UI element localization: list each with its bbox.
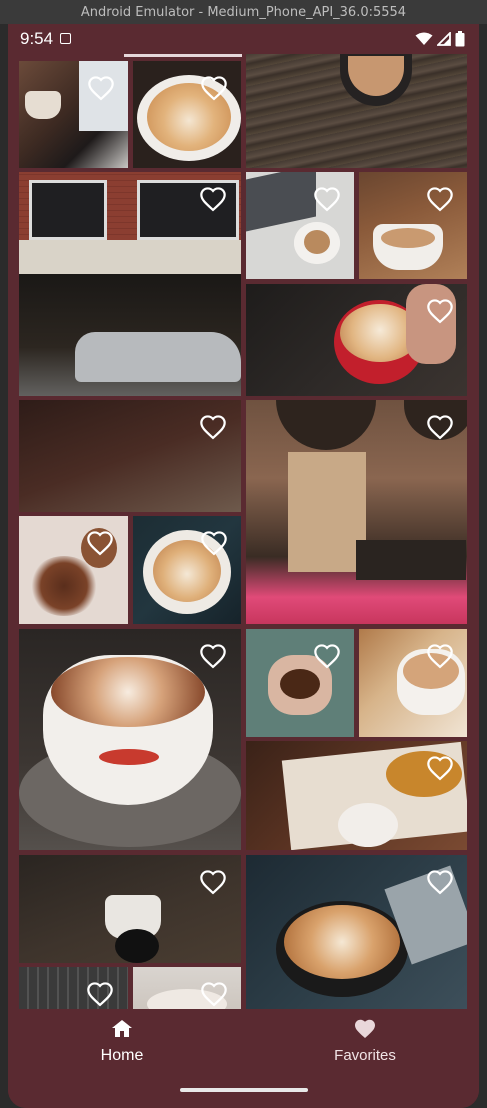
heart-outline-icon xyxy=(427,415,453,440)
status-time: 9:54 xyxy=(20,29,54,48)
favorite-button[interactable] xyxy=(200,75,228,103)
heart-outline-icon xyxy=(201,982,227,1007)
photo-tile[interactable] xyxy=(246,855,467,1009)
heart-outline-icon xyxy=(427,187,453,212)
photo-tile[interactable] xyxy=(246,629,354,737)
cappuccino-foam-shape xyxy=(304,230,330,254)
heart-icon xyxy=(355,1019,375,1038)
photo-tile[interactable] xyxy=(359,172,467,279)
heart-outline-icon xyxy=(200,187,226,212)
favorite-button[interactable] xyxy=(199,869,227,897)
photo-tile[interactable] xyxy=(246,172,354,279)
heart-outline-icon xyxy=(87,531,113,556)
favorite-button[interactable] xyxy=(426,298,454,326)
red-lip-print-shape xyxy=(99,749,159,765)
favorite-button[interactable] xyxy=(426,186,454,214)
gesture-handle[interactable] xyxy=(180,1088,308,1092)
photo-tile[interactable] xyxy=(133,516,241,624)
heart-outline-icon xyxy=(427,870,453,895)
photo-tile[interactable] xyxy=(133,61,241,168)
notification-app-icon xyxy=(60,33,71,44)
favorite-button[interactable] xyxy=(199,414,227,442)
heart-outline-icon xyxy=(314,187,340,212)
home-icon xyxy=(112,1020,132,1037)
latte-mug-foam-shape xyxy=(381,228,435,248)
board-latte-cup-shape xyxy=(338,803,398,847)
capsule-shape xyxy=(115,929,159,963)
heart-outline-icon xyxy=(200,644,226,669)
car-shape xyxy=(75,332,241,382)
heart-outline-icon xyxy=(201,76,227,101)
battery-icon xyxy=(455,31,465,47)
heart-outline-icon xyxy=(427,644,453,669)
nav-home-label: Home xyxy=(100,1047,144,1064)
favorite-button[interactable] xyxy=(199,186,227,214)
nav-favorites-label: Favorites xyxy=(334,1047,396,1064)
pour-latte-foam-shape xyxy=(284,905,400,979)
favorite-button[interactable] xyxy=(87,75,115,103)
photo-tile[interactable] xyxy=(246,741,467,850)
photo-tile[interactable] xyxy=(19,61,128,168)
shop-window-shape xyxy=(288,452,366,572)
favorite-button[interactable] xyxy=(426,414,454,442)
beans-pile-shape xyxy=(280,669,320,699)
favorite-button[interactable] xyxy=(86,530,114,558)
bottom-navigation: Home Favorites xyxy=(8,1009,479,1108)
photo-tile[interactable] xyxy=(246,400,467,624)
photo-tile[interactable] xyxy=(359,629,467,737)
photo-tile[interactable] xyxy=(19,400,241,512)
emulator-title-bar: Android Emulator - Medium_Phone_API_36.0… xyxy=(0,0,487,24)
nav-home[interactable]: Home xyxy=(22,1017,222,1077)
photo-tile[interactable] xyxy=(19,629,241,850)
cafe-tables-shape xyxy=(356,540,466,580)
nav-favorites[interactable]: Favorites xyxy=(265,1017,465,1077)
photo-tile[interactable] xyxy=(246,284,467,396)
heart-outline-icon xyxy=(427,756,453,781)
window-title: Android Emulator - Medium_Phone_API_36.0… xyxy=(80,4,407,20)
favorite-button[interactable] xyxy=(86,981,114,1009)
status-icons xyxy=(415,31,465,47)
coffee-cup-shape xyxy=(25,91,61,119)
favorite-button[interactable] xyxy=(200,981,228,1009)
favorite-button[interactable] xyxy=(426,643,454,671)
status-bar: 9:54 xyxy=(8,24,479,54)
heart-outline-icon xyxy=(200,415,226,440)
heart-outline-icon xyxy=(88,76,114,101)
store-sign-shape xyxy=(19,240,241,274)
photo-tile[interactable] xyxy=(19,855,241,963)
photo-tile[interactable] xyxy=(19,172,241,396)
favorite-button[interactable] xyxy=(313,186,341,214)
heart-outline-icon xyxy=(87,982,113,1007)
favorite-button[interactable] xyxy=(426,755,454,783)
wifi-icon xyxy=(415,32,433,45)
heart-outline-icon xyxy=(201,531,227,556)
arch-shape xyxy=(276,400,376,450)
favorite-button[interactable] xyxy=(313,643,341,671)
photo-tile[interactable] xyxy=(246,54,467,168)
phone-screen: 9:54 Home Favorites xyxy=(8,24,479,1108)
photo-grid[interactable] xyxy=(8,54,479,1009)
photo-tile[interactable] xyxy=(19,516,128,624)
heart-outline-icon xyxy=(200,870,226,895)
heart-latte-foam-shape xyxy=(51,657,205,727)
cellular-signal-icon xyxy=(437,32,451,46)
favorite-button[interactable] xyxy=(426,869,454,897)
photo-tile[interactable] xyxy=(19,967,128,1009)
photo-tile[interactable] xyxy=(133,967,241,1009)
favorite-button[interactable] xyxy=(199,643,227,671)
favorite-button[interactable] xyxy=(200,530,228,558)
beans-shape xyxy=(29,556,99,616)
heart-outline-icon xyxy=(314,644,340,669)
laptop-screen-shape xyxy=(246,172,316,232)
heart-outline-icon xyxy=(427,299,453,324)
window-left-shape xyxy=(29,180,107,240)
